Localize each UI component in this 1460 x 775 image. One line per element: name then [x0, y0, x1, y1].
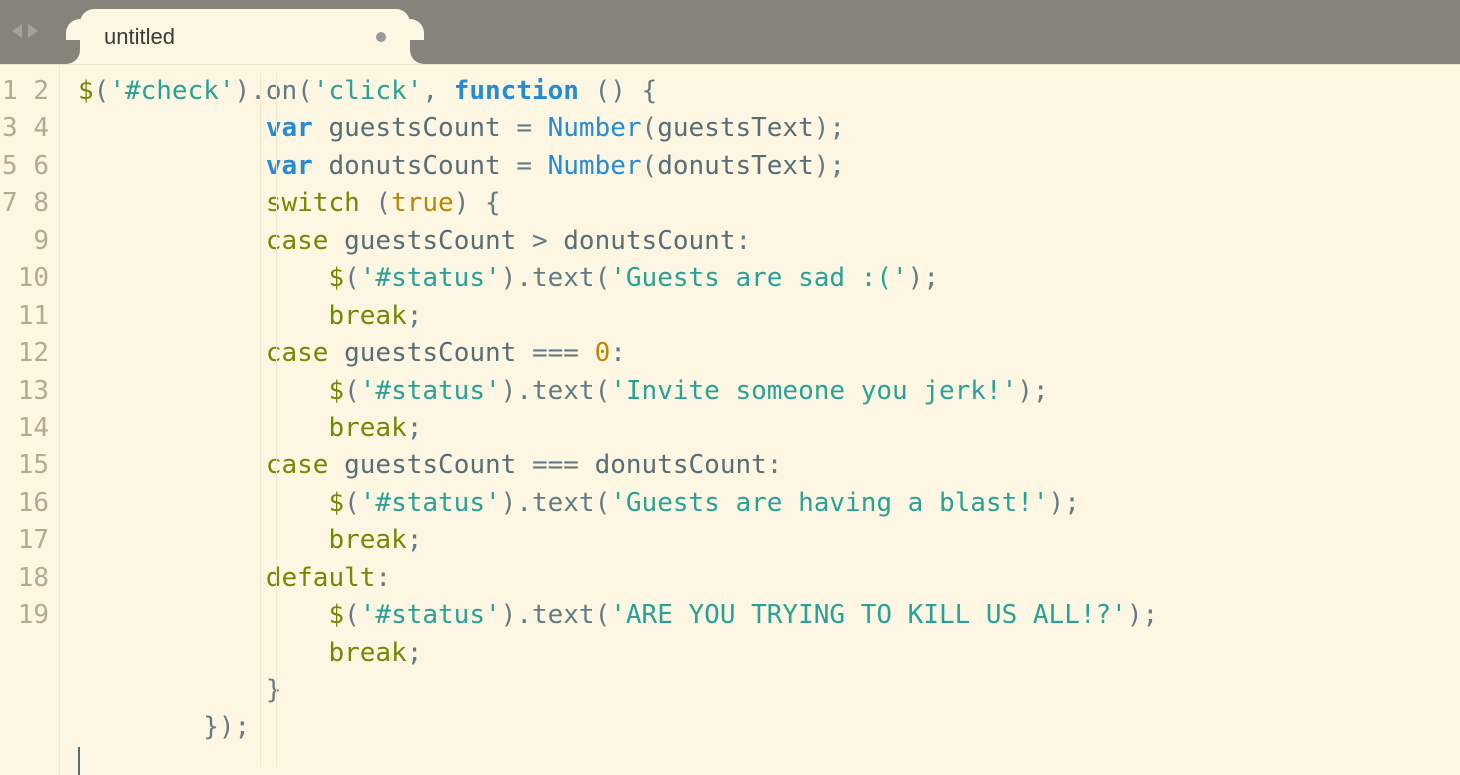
text-cursor — [78, 747, 80, 775]
code-text[interactable]: $('#check').on('click', function () { va… — [60, 73, 1460, 747]
tab-title: untitled — [104, 24, 175, 50]
nav-arrows — [12, 24, 38, 38]
file-tab[interactable]: untitled — [80, 9, 410, 64]
editor-window: untitled 1 2 3 4 5 6 7 8 9 10 11 12 13 1… — [0, 0, 1460, 775]
code-content[interactable]: $('#check').on('click', function () { va… — [60, 65, 1460, 775]
editor-area[interactable]: 1 2 3 4 5 6 7 8 9 10 11 12 13 14 15 16 1… — [0, 64, 1460, 775]
indent-guide — [276, 73, 277, 767]
titlebar: untitled — [0, 0, 1460, 64]
nav-forward-icon[interactable] — [28, 24, 38, 38]
line-number-gutter: 1 2 3 4 5 6 7 8 9 10 11 12 13 14 15 16 1… — [0, 65, 60, 775]
nav-back-icon[interactable] — [12, 24, 22, 38]
indent-guide — [260, 73, 261, 767]
unsaved-indicator-icon — [376, 32, 386, 42]
